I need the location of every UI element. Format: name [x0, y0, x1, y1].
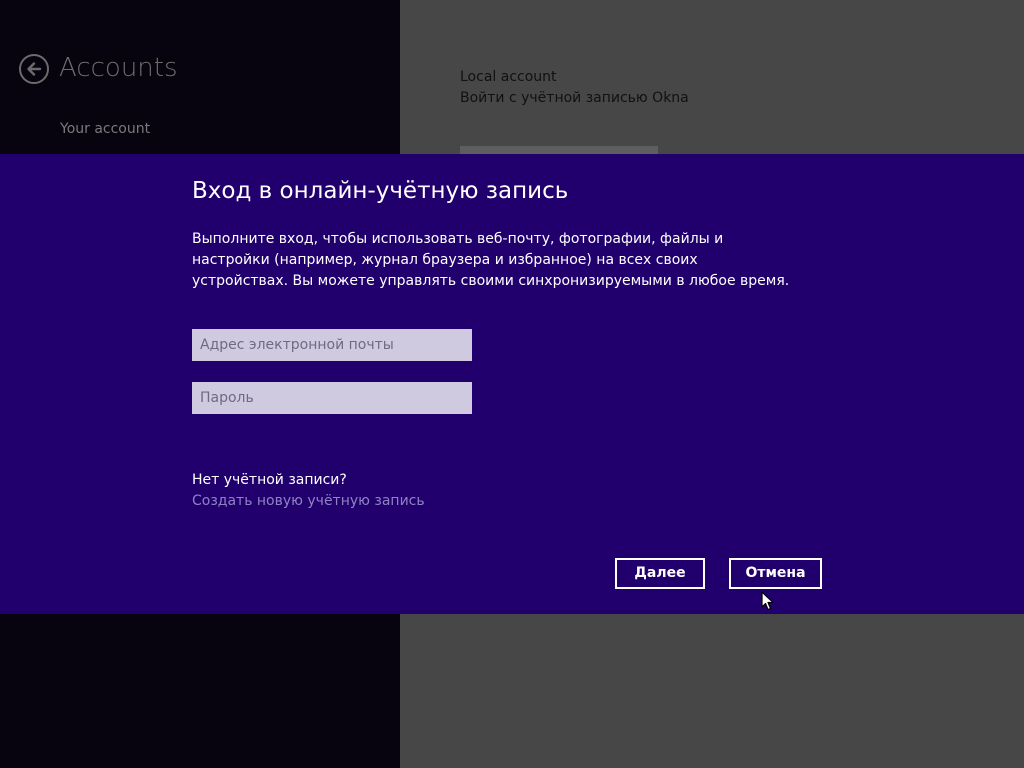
mouse-cursor-icon — [761, 591, 774, 611]
obscured-button — [460, 146, 658, 154]
create-account-link[interactable]: Создать новую учётную запись — [192, 493, 425, 509]
sign-in-dialog: Вход в онлайн-учётную запись Выполните в… — [0, 154, 1024, 614]
account-sign-in-label: Войти с учётной записью Okna — [460, 90, 689, 106]
password-field[interactable] — [192, 382, 472, 414]
cancel-button[interactable]: Отмена — [729, 558, 822, 589]
email-field[interactable] — [192, 329, 472, 361]
next-button[interactable]: Далее — [615, 558, 705, 589]
back-button[interactable] — [19, 54, 49, 84]
no-account-label: Нет учётной записи? — [192, 472, 347, 488]
page-title: Accounts — [59, 53, 178, 83]
account-type-label: Local account — [460, 69, 557, 85]
sidebar-item-your-account[interactable]: Your account — [60, 121, 150, 137]
screen: Accounts Your account Local account Войт… — [0, 0, 1024, 768]
dialog-description: Выполните вход, чтобы использовать веб-п… — [192, 231, 790, 289]
back-arrow-icon — [27, 62, 42, 76]
dialog-title: Вход в онлайн-учётную запись — [192, 178, 569, 204]
